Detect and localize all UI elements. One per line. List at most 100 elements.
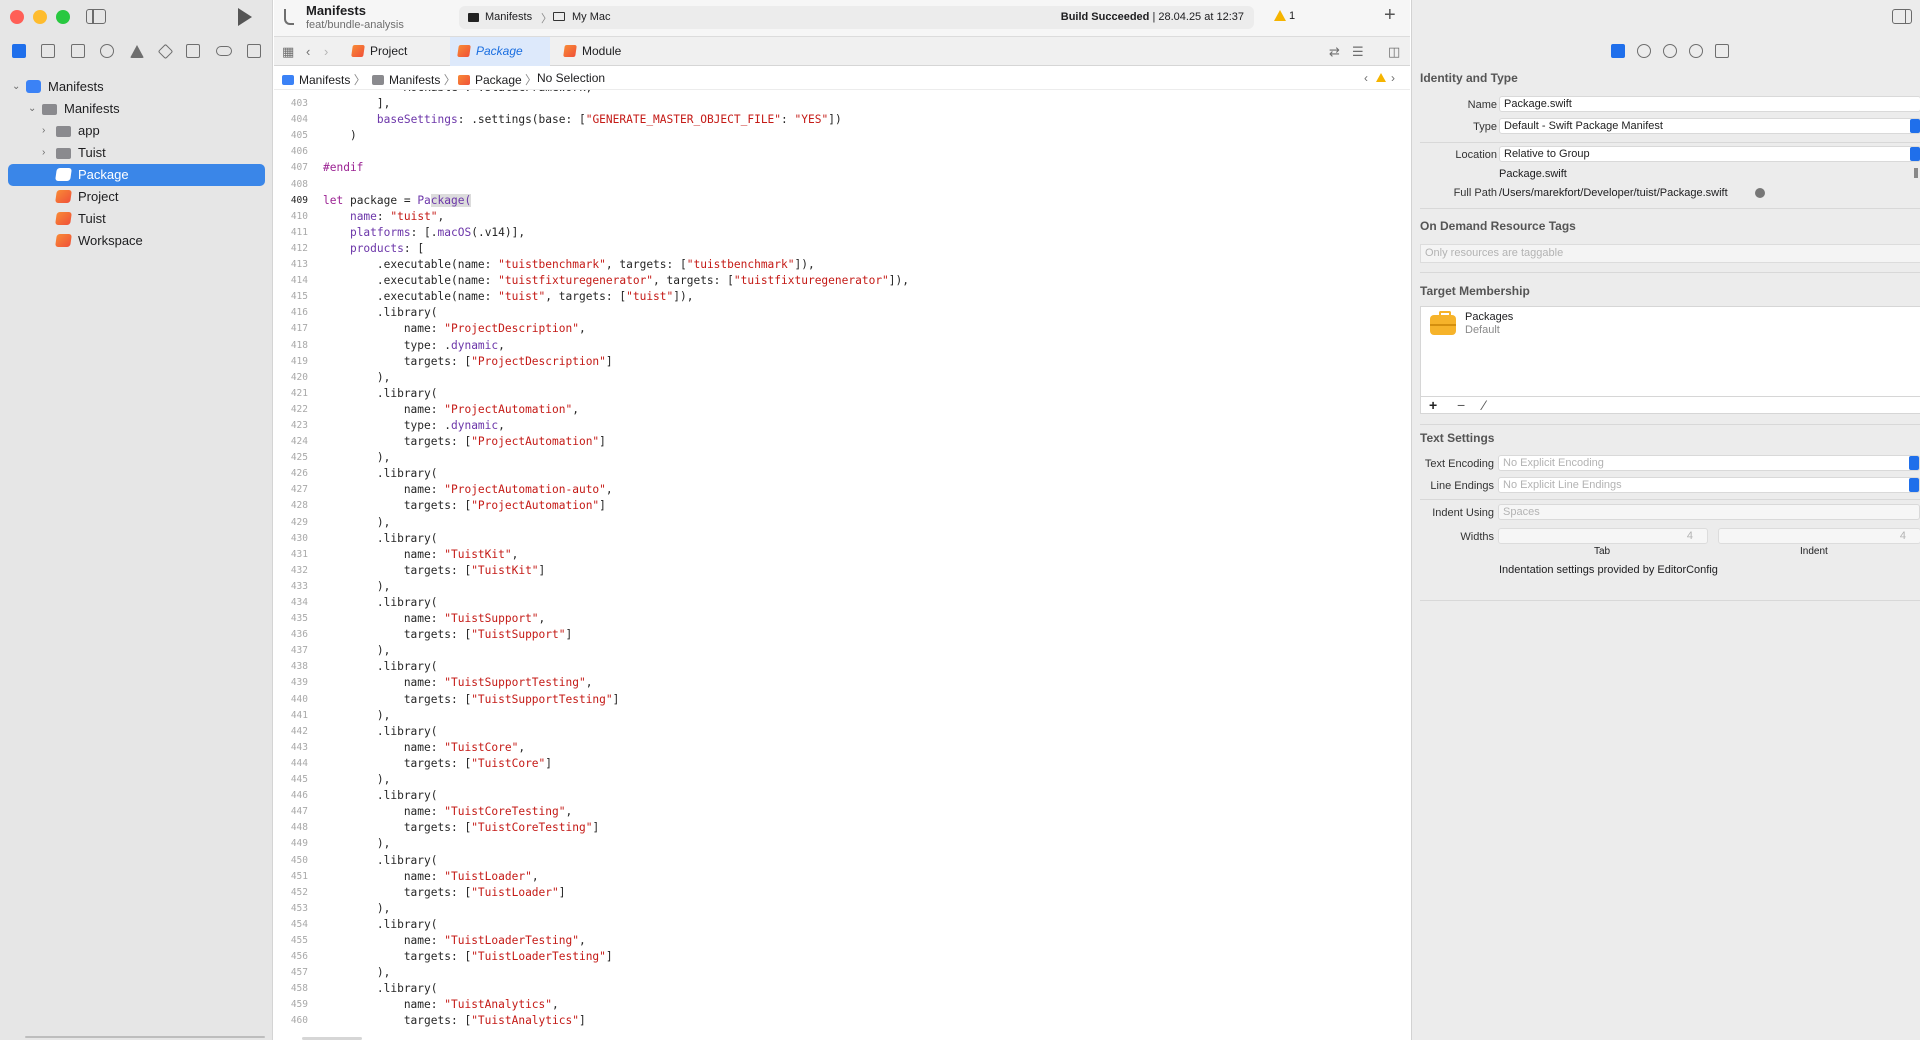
name-field[interactable]: Package.swift <box>1499 96 1920 112</box>
jump-bar-group[interactable]: Manifests 〉 <box>372 71 456 88</box>
warning-count[interactable]: 1 <box>1289 10 1295 22</box>
line-text[interactable]: ) <box>323 128 357 144</box>
line-text[interactable]: ), <box>323 515 390 531</box>
sidebar-toggle-icon[interactable] <box>86 9 106 24</box>
line-text[interactable]: targets: ["TuistSupport"] <box>323 627 572 643</box>
line-text[interactable]: targets: ["ProjectAutomation"] <box>323 434 606 450</box>
line-text[interactable]: .library( <box>323 595 438 611</box>
add-library-button[interactable]: + <box>1384 4 1396 27</box>
line-text[interactable]: name: "TuistLoader", <box>323 869 539 885</box>
line-text[interactable]: name: "ProjectAutomation-auto", <box>323 482 613 498</box>
line-text[interactable]: type: .dynamic, <box>323 418 505 434</box>
indent-using-select[interactable]: Spaces <box>1498 504 1920 520</box>
line-text[interactable]: ), <box>323 772 390 788</box>
line-text[interactable]: ), <box>323 901 390 917</box>
line-text[interactable]: .library( <box>323 724 438 740</box>
type-select[interactable]: Default - Swift Package Manifest <box>1499 118 1920 134</box>
line-text[interactable]: targets: ["ProjectDescription"] <box>323 354 613 370</box>
line-text[interactable]: targets: ["TuistLoaderTesting"] <box>323 949 613 965</box>
line-text[interactable]: targets: ["TuistSupportTesting"] <box>323 692 620 708</box>
line-text[interactable]: #endif <box>323 160 363 176</box>
line-text[interactable]: .library( <box>323 531 438 547</box>
help-inspector-icon[interactable] <box>1663 44 1677 58</box>
line-text[interactable]: ), <box>323 965 390 981</box>
line-text[interactable]: ), <box>323 836 390 852</box>
tree-item-tuist[interactable]: Tuist <box>0 208 273 230</box>
line-text[interactable]: name: "TuistKit", <box>323 547 519 563</box>
zoom-window-button[interactable] <box>56 10 70 24</box>
find-navigator-icon[interactable] <box>100 44 115 58</box>
line-text[interactable]: products: [ <box>323 241 424 257</box>
remove-membership-button[interactable]: − <box>1457 397 1465 413</box>
line-text[interactable]: targets: ["TuistCore"] <box>323 756 552 772</box>
jump-bar-file[interactable]: Package 〉 <box>458 71 537 88</box>
line-text[interactable]: name: "TuistCoreTesting", <box>323 804 572 820</box>
chevron-down-icon[interactable]: ⌄ <box>12 76 20 98</box>
membership-item-packages[interactable]: Packages Default <box>1421 307 1920 343</box>
line-text[interactable]: .executable(name: "tuist", targets: ["tu… <box>323 289 694 305</box>
line-text[interactable]: let package = Package( <box>323 193 472 209</box>
previous-issue-icon[interactable]: ‹ <box>1364 71 1368 85</box>
line-text[interactable]: name: "TuistSupportTesting", <box>323 675 593 691</box>
chevron-down-icon[interactable]: ⌄ <box>28 98 36 120</box>
attributes-inspector-icon[interactable] <box>1715 44 1729 58</box>
line-text[interactable]: .library( <box>323 305 438 321</box>
line-text[interactable]: targets: ["TuistLoader"] <box>323 885 566 901</box>
line-text[interactable]: ), <box>323 579 390 595</box>
line-text[interactable]: .library( <box>323 659 438 675</box>
line-text[interactable]: targets: ["TuistCoreTesting"] <box>323 820 599 836</box>
run-destination-selector[interactable]: My Mac <box>572 11 611 23</box>
line-text[interactable]: name: "TuistCore", <box>323 740 525 756</box>
branch-name[interactable]: feat/bundle-analysis <box>306 19 404 31</box>
line-text[interactable]: .library( <box>323 917 438 933</box>
line-text[interactable]: platforms: [.macOS(.v14)], <box>323 225 525 241</box>
close-window-button[interactable] <box>10 10 24 24</box>
warning-icon[interactable] <box>1274 10 1286 21</box>
minimize-window-button[interactable] <box>33 10 47 24</box>
line-text[interactable]: ), <box>323 370 390 386</box>
line-text[interactable]: name: "ProjectDescription", <box>323 321 586 337</box>
project-title[interactable]: Manifests <box>306 3 366 18</box>
tags-field[interactable]: Only resources are taggable <box>1420 244 1920 263</box>
warning-icon[interactable] <box>1376 73 1386 82</box>
line-text[interactable]: ), <box>323 643 390 659</box>
jump-bar-symbol[interactable]: No Selection <box>537 71 605 85</box>
line-text[interactable]: name: "TuistAnalytics", <box>323 997 559 1013</box>
tab-project[interactable]: Project <box>344 37 444 66</box>
line-text[interactable]: .library( <box>323 386 438 402</box>
add-membership-button[interactable]: + <box>1429 397 1437 413</box>
sidebar-scrollbar[interactable] <box>25 1036 265 1038</box>
line-text[interactable]: ), <box>323 708 390 724</box>
bookmark-navigator-icon[interactable] <box>70 44 85 58</box>
back-chevron-icon[interactable]: ‹ <box>306 45 310 58</box>
chevron-right-icon[interactable]: › <box>42 142 45 164</box>
line-text[interactable]: name: "TuistLoaderTesting", <box>323 933 586 949</box>
next-issue-icon[interactable]: › <box>1391 71 1395 85</box>
editor-options-icon[interactable]: ☰ <box>1352 45 1364 58</box>
tree-item-manifests[interactable]: ⌄ Manifests <box>0 98 273 120</box>
tab-width-field[interactable]: 4 <box>1498 528 1708 544</box>
folder-browse-icon[interactable] <box>1914 168 1918 178</box>
debug-navigator-icon[interactable] <box>186 44 201 58</box>
scheme-selector[interactable]: Manifests <box>485 11 532 23</box>
report-navigator-icon[interactable] <box>247 44 262 58</box>
accessibility-inspector-icon[interactable] <box>1689 44 1703 58</box>
line-text[interactable]: targets: ["ProjectAutomation"] <box>323 498 606 514</box>
line-text[interactable]: name: "tuist", <box>323 209 444 225</box>
edit-membership-button[interactable]: ⁄ <box>1483 397 1485 413</box>
line-text[interactable]: .library( <box>323 466 438 482</box>
location-select[interactable]: Relative to Group <box>1499 146 1920 162</box>
indent-width-field[interactable]: 4 <box>1718 528 1920 544</box>
test-navigator-icon[interactable] <box>157 43 173 59</box>
text-encoding-select[interactable]: No Explicit Encoding <box>1498 455 1920 471</box>
line-text[interactable]: ], <box>323 96 390 112</box>
jump-bar-project[interactable]: Manifests 〉 <box>282 71 366 88</box>
line-text[interactable]: name: "TuistSupport", <box>323 611 545 627</box>
line-text[interactable]: type: .dynamic, <box>323 338 505 354</box>
line-text[interactable]: targets: ["TuistAnalytics"] <box>323 1013 586 1029</box>
tree-item-manifests[interactable]: ⌄ Manifests <box>0 76 273 98</box>
line-text[interactable]: ), <box>323 450 390 466</box>
grid-icon[interactable]: ▦ <box>282 45 294 58</box>
chevron-right-icon[interactable]: › <box>42 120 45 142</box>
project-navigator-icon[interactable] <box>11 44 26 58</box>
